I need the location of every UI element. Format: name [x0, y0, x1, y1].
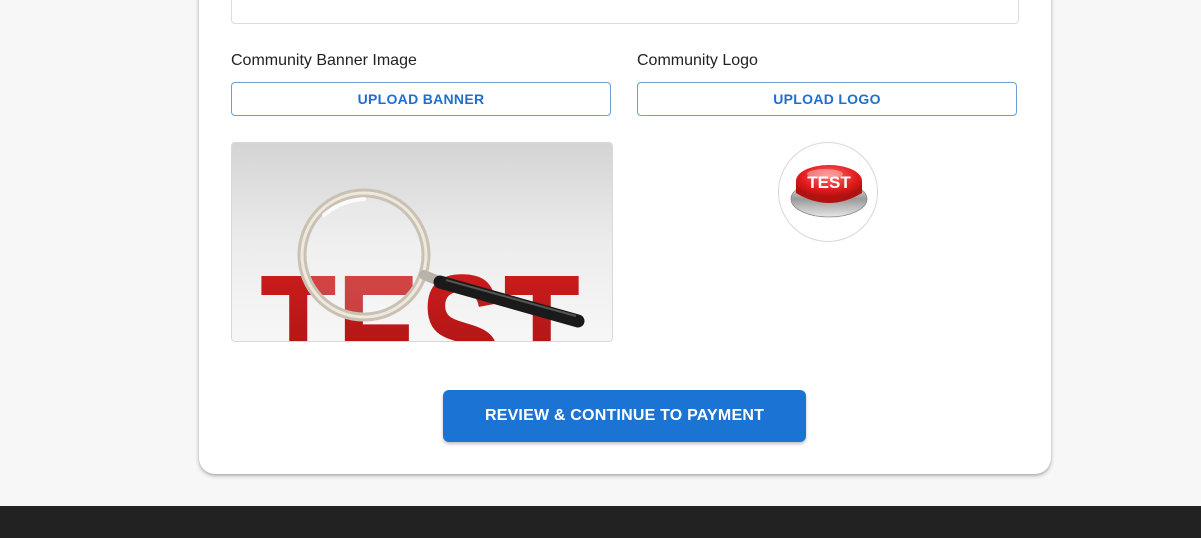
red-button-icon: TEST: [790, 165, 868, 218]
review-continue-payment-button[interactable]: REVIEW & CONTINUE TO PAYMENT: [443, 390, 806, 442]
logo-image-preview: TEST: [778, 142, 878, 242]
logo-image-text: TEST: [807, 173, 851, 192]
logo-field-label: Community Logo: [637, 52, 758, 69]
magnifying-glass-test-image: TEST: [232, 143, 612, 341]
page-footer: [0, 506, 1201, 538]
previous-input-field[interactable]: [231, 0, 1019, 24]
banner-image-preview: TEST: [231, 142, 613, 342]
banner-field-label: Community Banner Image: [231, 52, 417, 69]
upload-banner-button[interactable]: UPLOAD BANNER: [231, 82, 611, 116]
upload-logo-button[interactable]: UPLOAD LOGO: [637, 82, 1017, 116]
